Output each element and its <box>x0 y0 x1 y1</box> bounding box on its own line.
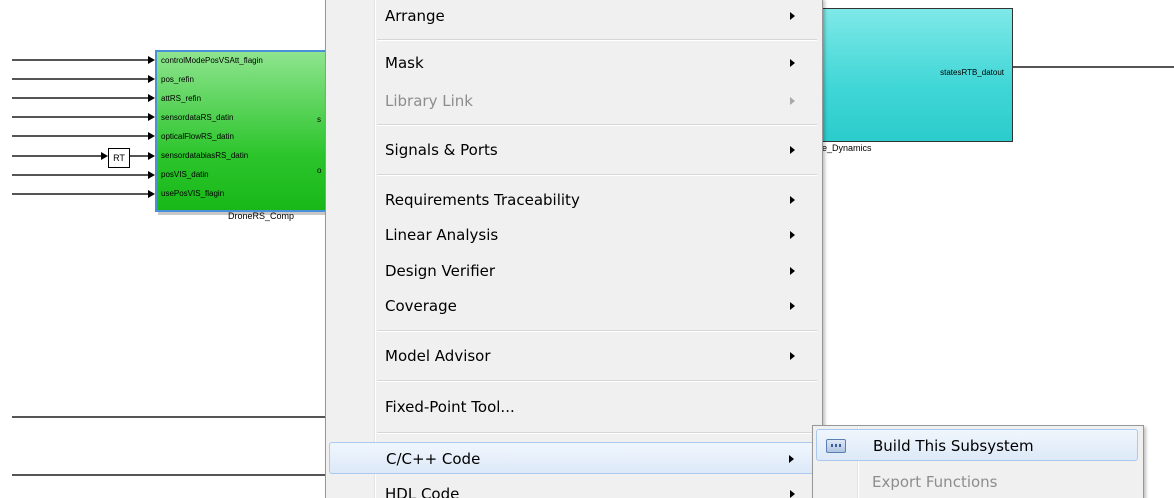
drone-block-caption: DroneRS_Comp <box>228 211 295 221</box>
menu-item-label: C/C++ Code <box>386 450 481 468</box>
input-port-label: posVIS_datin <box>161 170 209 179</box>
signal-line[interactable] <box>12 97 152 99</box>
signal-line[interactable] <box>12 116 152 118</box>
dynamics-subsystem-block[interactable]: statesRTB_datout <box>818 8 1013 142</box>
code-submenu: Build This Subsystem Export Functions <box>812 425 1144 498</box>
menu-item-label: Mask <box>385 54 424 72</box>
output-port-label: s <box>317 115 321 124</box>
input-port-label: attRS_refin <box>161 94 202 103</box>
menu-item-label: Requirements Traceability <box>385 191 580 209</box>
signal-line[interactable] <box>12 474 327 476</box>
menu-item-mask[interactable]: Mask <box>329 47 819 79</box>
input-port-label: usePosVIS_flagin <box>161 189 225 198</box>
signal-line[interactable] <box>12 174 152 176</box>
arrow-icon <box>148 113 155 121</box>
menu-item-label: Model Advisor <box>385 347 491 365</box>
menu-separator <box>377 432 817 434</box>
menu-item-label: Linear Analysis <box>385 226 499 244</box>
submenu-arrow-icon <box>790 267 795 275</box>
signal-line[interactable] <box>12 155 102 157</box>
menu-item-hdl-code[interactable]: HDL Code <box>329 478 819 498</box>
submenu-arrow-icon <box>790 12 795 20</box>
menu-separator <box>377 330 817 332</box>
menu-item-signals-ports[interactable]: Signals & Ports <box>329 134 819 166</box>
drone-subsystem-block[interactable]: controlModePosVSAtt_flagin pos_refin att… <box>155 50 344 212</box>
input-port-label: sensordataRS_datin <box>161 113 234 122</box>
submenu-arrow-icon <box>790 59 795 67</box>
menu-item-library-link: Library Link <box>329 85 819 117</box>
submenu-arrow-icon <box>790 352 795 360</box>
menu-item-requirements-traceability[interactable]: Requirements Traceability <box>329 184 819 216</box>
signal-line[interactable] <box>12 59 152 61</box>
submenu-arrow-icon <box>790 231 795 239</box>
menu-item-coverage[interactable]: Coverage <box>329 290 819 322</box>
signal-line[interactable] <box>12 416 327 418</box>
submenu-arrow-icon <box>790 146 795 154</box>
menu-item-label: Design Verifier <box>385 262 496 280</box>
menu-item-label: HDL Code <box>385 485 460 498</box>
arrow-icon <box>148 56 155 64</box>
submenu-arrow-icon <box>790 302 795 310</box>
menu-item-label: Coverage <box>385 297 457 315</box>
menu-item-fixed-point-tool[interactable]: Fixed-Point Tool... <box>329 391 819 423</box>
menu-separator <box>377 380 817 382</box>
submenu-arrow-icon <box>790 196 795 204</box>
signal-line[interactable] <box>12 193 152 195</box>
submenu-arrow-icon <box>790 97 795 105</box>
menu-item-model-advisor[interactable]: Model Advisor <box>329 340 819 372</box>
menu-item-label: Library Link <box>385 92 473 110</box>
input-port-label: controlModePosVSAtt_flagin <box>161 56 263 65</box>
menu-separator <box>377 39 817 41</box>
arrow-icon <box>148 152 155 160</box>
menu-item-label: Signals & Ports <box>385 141 498 159</box>
simulink-canvas[interactable]: RT controlModePosVSAtt_flagin pos_refin … <box>0 0 1174 498</box>
submenu-item-label: Export Functions <box>872 473 998 491</box>
submenu-item-export-functions: Export Functions <box>816 466 1138 498</box>
context-menu: Arrange Mask Library Link Signals & Port… <box>325 0 823 498</box>
input-port-label: opticalFlowRS_datin <box>161 132 234 141</box>
menu-item-arrange[interactable]: Arrange <box>329 0 819 32</box>
signal-line[interactable] <box>12 78 152 80</box>
arrow-icon <box>148 94 155 102</box>
menu-separator <box>377 124 817 126</box>
arrow-icon <box>148 132 155 140</box>
arrow-icon <box>101 152 108 160</box>
arrow-icon <box>148 75 155 83</box>
dynamics-block-caption: e_Dynamics <box>822 143 872 153</box>
submenu-arrow-icon <box>790 490 795 498</box>
menu-separator <box>377 174 817 176</box>
arrow-icon <box>148 190 155 198</box>
menu-item-label: Arrange <box>385 7 445 25</box>
menu-item-c-cpp-code[interactable]: C/C++ Code <box>329 442 819 474</box>
output-port-label: statesRTB_datout <box>940 68 1004 77</box>
input-port-label: sensordatabiasRS_datin <box>161 151 249 160</box>
build-icon <box>826 439 846 453</box>
submenu-arrow-icon <box>789 455 794 463</box>
submenu-item-build-this-subsystem[interactable]: Build This Subsystem <box>816 429 1138 461</box>
signal-line[interactable] <box>1013 66 1174 68</box>
menu-item-linear-analysis[interactable]: Linear Analysis <box>329 219 819 251</box>
signal-line[interactable] <box>12 135 152 137</box>
menu-item-label: Fixed-Point Tool... <box>385 398 515 416</box>
submenu-item-label: Build This Subsystem <box>873 437 1034 455</box>
output-port-label: o <box>317 166 322 175</box>
menu-item-design-verifier[interactable]: Design Verifier <box>329 255 819 287</box>
input-port-label: pos_refin <box>161 75 194 84</box>
arrow-icon <box>148 171 155 179</box>
rate-transition-block[interactable]: RT <box>108 148 130 168</box>
